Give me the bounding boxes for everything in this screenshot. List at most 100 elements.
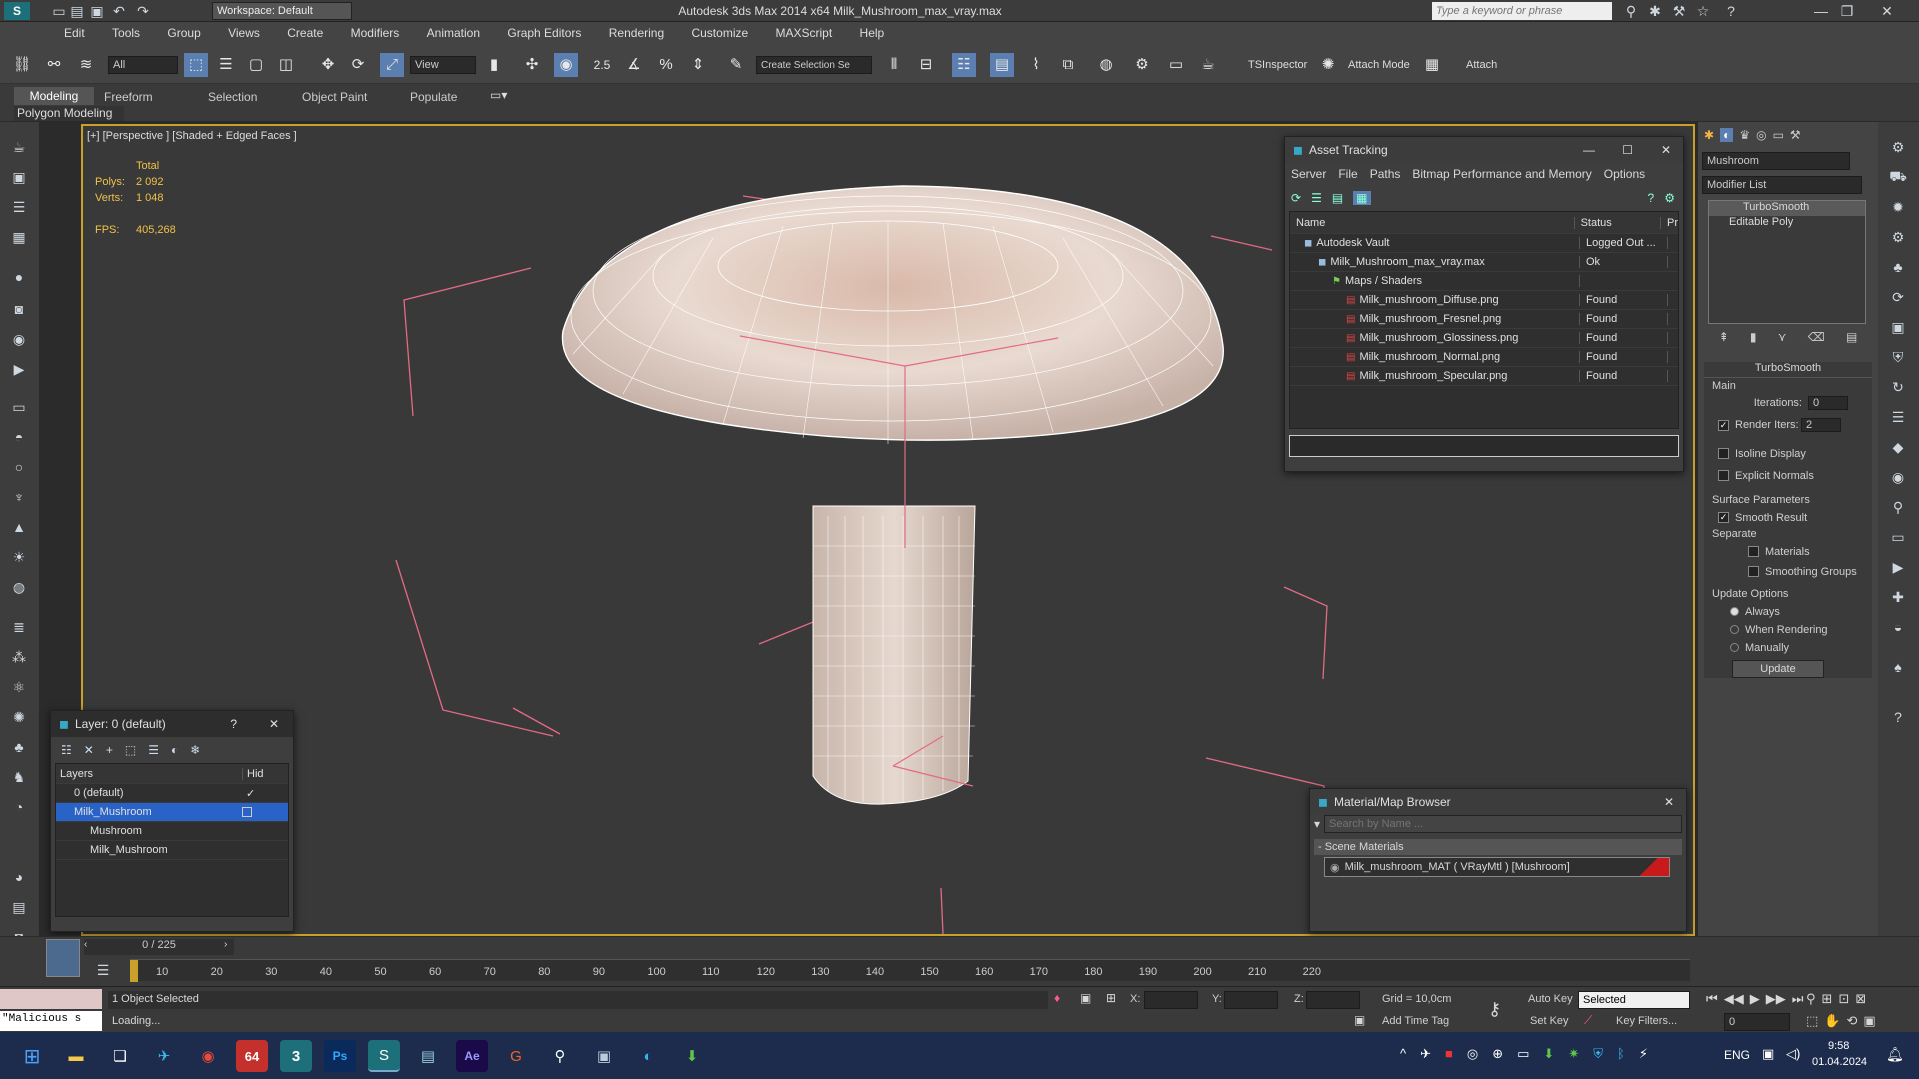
clock-time[interactable]: 9:58 [1828,1040,1849,1052]
plant-icon[interactable]: ♣ [8,736,30,758]
move-icon[interactable]: ✥ [316,53,340,77]
smooth-result-checkbox[interactable]: ✓ [1718,512,1729,524]
grid-view-icon[interactable]: ▦ [1353,191,1371,205]
pin-icon[interactable]: ♦ [1054,991,1060,1005]
minimize-icon[interactable]: — [1810,0,1832,22]
key-icon[interactable]: ⚷ [1488,999,1501,1020]
asset-row[interactable]: ◼ Milk_Mushroom_max_vray.max Ok [1290,253,1678,272]
zoom-icon[interactable]: ⚲ [1806,991,1816,1007]
prev-key-icon[interactable]: ◀◀ [1724,991,1744,1007]
zoom-app-icon[interactable]: ⚲ [544,1040,576,1072]
fur-icon[interactable]: ≣ [8,616,30,638]
select-object-icon[interactable]: ⬚ [184,53,208,77]
tray-usb-icon[interactable]: ⚡ [1639,1046,1648,1062]
language-indicator[interactable]: ENG [1724,1048,1750,1062]
torrent-icon[interactable]: ⬇ [676,1040,708,1072]
film-icon[interactable]: ◉ [8,328,30,350]
material-search-input[interactable] [1324,815,1682,833]
maxscript-listener[interactable] [0,989,102,1009]
time-slider[interactable]: 0 / 225 [84,939,234,955]
smoothing-groups-checkbox[interactable] [1748,566,1759,578]
workspace-dropdown[interactable]: Workspace: Default [212,2,352,20]
cone-icon[interactable]: ▲ [8,516,30,538]
mini-curve-editor[interactable] [46,939,80,977]
tray-vpn-icon[interactable]: ⊕ [1492,1046,1503,1062]
asset-row[interactable]: ▤ Milk_mushroom_Normal.png Found [1290,348,1678,367]
dial-icon[interactable]: ◔ [8,796,30,818]
time-tag-icon[interactable]: ▣ [1354,1013,1365,1027]
total-commander-icon[interactable]: 64 [236,1040,268,1072]
menu-views[interactable]: Views [216,22,272,44]
window-crossing-icon[interactable]: ◫ [274,53,298,77]
cube-icon[interactable]: ◆ [1887,436,1909,458]
curve-editor-icon[interactable]: ⌇ [1024,53,1048,77]
rect-selection-icon[interactable]: ▢ [244,53,268,77]
materials-checkbox[interactable] [1748,546,1759,558]
plus-icon[interactable]: ✚ [1887,586,1909,608]
display-tab-icon[interactable]: ▭ [1773,128,1784,142]
menu-modifiers[interactable]: Modifiers [339,22,412,44]
asset-menu-paths[interactable]: Paths [1370,167,1401,181]
close-icon[interactable]: ✕ [1661,143,1671,157]
globe-icon[interactable]: ✺ [8,706,30,728]
stack-turbosmooth[interactable]: TurboSmooth [1709,201,1865,216]
link-icon[interactable]: ⛓ [10,53,34,77]
key-mode-dropdown[interactable]: Selected [1578,991,1690,1009]
mask-icon[interactable]: ♆ [8,486,30,508]
menu-help[interactable]: Help [848,22,897,44]
hide-layers-icon[interactable]: ◐ [171,743,178,757]
remove-modifier-icon[interactable]: ⌫ [1808,330,1825,344]
earth-icon[interactable]: ◕ [8,866,30,888]
selection-filter-dropdown[interactable]: All [108,56,178,74]
key-curve-icon[interactable]: ⟋ [1584,1013,1592,1028]
material-browser-titlebar[interactable]: ◼ Material/Map Browser ✕ [1310,789,1686,815]
pin-icon[interactable]: ⚲ [1887,496,1909,518]
bulb-icon[interactable]: ✹ [1887,196,1909,218]
asset-menu-bitmap[interactable]: Bitmap Performance and Memory [1412,167,1591,181]
perspective-viewport[interactable]: [+] [Perspective ] [Shaded + Edged Faces… [50,124,1695,936]
tab-modeling[interactable]: Modeling [14,87,94,105]
check-icon[interactable]: ✓ [246,787,255,800]
table-view-icon[interactable]: ▤ [1332,191,1343,205]
next-key-icon[interactable]: ▶▶ [1766,991,1786,1007]
settings-icon[interactable]: ⚙ [1664,191,1675,205]
layer-titlebar[interactable]: ◼ Layer: 0 (default) ? ✕ [51,711,293,737]
redo-icon[interactable]: ↷ [132,0,154,22]
time-slider-marker[interactable] [130,960,138,982]
menu-animation[interactable]: Animation [415,22,492,44]
restore-icon[interactable]: ❐ [1836,0,1858,22]
hat-icon[interactable]: ◒ [1887,616,1909,638]
teapot-icon[interactable]: ☕ [8,136,30,158]
current-frame-field[interactable]: 0 [1724,1013,1790,1031]
tray-telegram-icon[interactable]: ✈ [1420,1046,1431,1062]
tray-headset-icon[interactable]: ◎ [1467,1046,1478,1062]
spinner-snap-icon[interactable]: ⇕ [686,53,710,77]
utilities-tab-icon[interactable]: ⚒ [1790,128,1801,142]
maximize-icon[interactable]: ☐ [1622,143,1633,157]
volume-icon[interactable]: ◁) [1786,1046,1800,1062]
highlight-layer-icon[interactable]: ☰ [148,743,159,757]
always-radio[interactable] [1730,607,1739,617]
mirror-icon[interactable]: ⫴ [882,53,906,77]
hierarchy-tab-icon[interactable]: ♛ [1739,128,1750,142]
col-layers[interactable]: Layers [56,768,242,780]
rotate-icon[interactable]: ↻ [1887,376,1909,398]
object-name-field[interactable]: Mushroom [1702,152,1850,170]
render-production-icon[interactable]: ☕ [1196,53,1220,77]
rotate-icon[interactable]: ⟳ [346,53,370,77]
car-icon[interactable]: ⛟ [1887,166,1909,188]
modify-tab-icon[interactable]: ◐ [1720,128,1734,142]
prev-frame-icon[interactable]: ‹ [84,939,87,950]
sphere-icon[interactable]: ○ [8,456,30,478]
keyboard-shortcut-icon[interactable]: ◉ [554,53,578,77]
refresh-icon[interactable]: ⟳ [1291,191,1301,205]
3dsmax-active-icon[interactable]: S [368,1040,400,1072]
maximize-viewport-icon[interactable]: ⊠ [1855,991,1866,1007]
bind-spacewarp-icon[interactable]: ≋ [74,53,98,77]
app-logo[interactable]: S [4,2,30,20]
layer-row[interactable]: Milk_Mushroom [56,841,288,860]
set-key-button[interactable]: Set Key [1530,1015,1569,1027]
polygon-modeling-label[interactable]: Polygon Modeling [14,106,124,121]
add-to-layer-icon[interactable]: + [106,743,113,757]
clock-date[interactable]: 01.04.2024 [1812,1056,1867,1068]
